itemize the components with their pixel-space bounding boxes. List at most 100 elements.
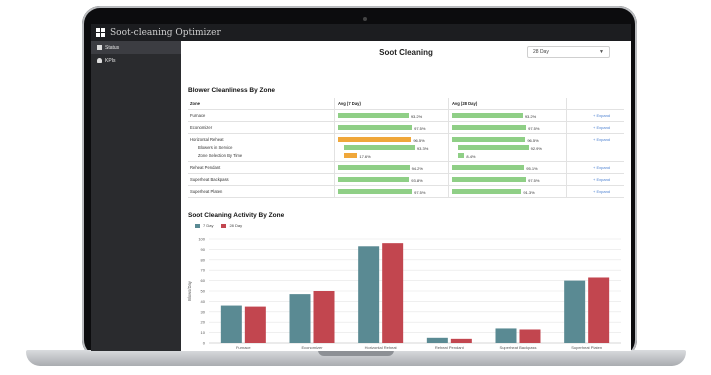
avg28-bar-value: 93.2% [524, 113, 537, 119]
avg7-bar-value: 96.5% [413, 137, 425, 143]
sub-row-label: Blowers in Service [198, 145, 233, 150]
x-tick-label: Furnace [236, 345, 251, 350]
range-select[interactable]: 28 Day ▼ [527, 46, 610, 58]
sidebar-item-label: KPIs [105, 57, 116, 64]
y-axis-label: Blows/Day [187, 280, 192, 301]
column-divider [334, 98, 335, 198]
avg28-bar-value: 95.1% [526, 165, 538, 171]
y-tick-label: 80 [201, 257, 206, 262]
avg28-bar-value: 91.3% [523, 189, 535, 195]
expand-link[interactable]: + Expand [593, 113, 610, 118]
column-divider [448, 98, 449, 198]
sub-avg7-bar [344, 153, 358, 158]
y-tick-label: 70 [201, 268, 206, 273]
zone-name: Horizontal Reheat [190, 137, 224, 142]
bar-28day [313, 291, 335, 343]
bar-28day [450, 338, 472, 343]
sub-avg28-bar-value: 8.4% [466, 153, 476, 159]
table-header: Zone Avg (7 Day) Avg (28 Day) [188, 98, 624, 110]
screen: Soot-cleaning Optimizer Status KPIs Soot… [91, 24, 631, 351]
sidebar-item-status[interactable]: Status [91, 41, 181, 54]
avg7-bar-value: 93.2% [410, 113, 423, 119]
cleanliness-title: Blower Cleanliness By Zone [188, 87, 276, 94]
x-tick-label: Horizontal Reheat [365, 345, 398, 350]
sub-avg7-bar-value: 17.6% [359, 153, 371, 159]
avg28-bar [452, 113, 523, 118]
avg28-bar-value: 97.5% [528, 125, 540, 131]
bar-28day [244, 306, 266, 343]
avg7-bar [338, 189, 413, 194]
range-select-value: 28 Day [533, 49, 549, 55]
bar-28day [519, 329, 541, 343]
zone-name: Reheat Pendant [190, 165, 221, 170]
avg28-bar [452, 189, 522, 194]
zone-name: Furnace [190, 113, 206, 118]
avg28-bar-value: 96.5% [527, 137, 539, 143]
chevron-down-icon: ▼ [599, 49, 604, 55]
y-tick-label: 50 [201, 289, 206, 294]
app-header: Soot-cleaning Optimizer [91, 24, 631, 41]
legend-swatch-7day [195, 223, 200, 228]
x-tick-label: Superheat Platen [571, 345, 602, 350]
sidebar-item-kpis[interactable]: KPIs [91, 54, 181, 67]
bar-7day [426, 337, 448, 343]
legend-label: 28 Day [229, 223, 243, 228]
expand-link[interactable]: + Expand [593, 165, 610, 170]
y-tick-label: 40 [201, 299, 206, 304]
gauge-icon [97, 58, 102, 63]
expand-link[interactable]: + Expand [593, 137, 610, 142]
avg7-bar-value: 93.8% [411, 177, 423, 183]
table-row: Horizontal Reheat 96.5% 96.5% + Expand Blowe… [188, 134, 624, 162]
table-row: Economizer 97.5% 97.5% + Expand [188, 122, 624, 134]
avg7-bar [338, 137, 412, 142]
activity-chart: 0 10 20 30 40 50 60 70 80 90 100 Blows/Day Furnace Ec… [187, 237, 621, 350]
app-grid-icon[interactable] [96, 28, 105, 37]
sub-avg28-bar [458, 153, 465, 158]
avg28-bar [452, 137, 526, 142]
y-tick-label: 30 [201, 309, 206, 314]
bar-7day [289, 294, 311, 343]
avg7-bar-value: 97.5% [414, 189, 426, 195]
avg28-bar-value: 97.5% [528, 177, 540, 183]
legend-item-28day: 28 Day [221, 223, 242, 228]
expand-link[interactable]: + Expand [593, 177, 610, 182]
expand-link[interactable]: + Expand [593, 189, 610, 194]
x-tick-label: Superheat Backpass [500, 345, 537, 350]
y-tick-label: 100 [198, 237, 205, 242]
chart-legend: 7 Day 28 Day [195, 223, 242, 228]
avg7-bar-value: 94.2% [411, 165, 423, 171]
column-header-avg28: Avg (28 Day) [452, 101, 478, 106]
app-title: Soot-cleaning Optimizer [110, 27, 221, 38]
avg7-bar [338, 177, 410, 182]
bar-7day [495, 328, 517, 343]
column-divider [566, 98, 567, 198]
column-header-avg7: Avg (7 Day) [338, 101, 361, 106]
avg7-bar-value: 97.5% [414, 125, 426, 131]
table-row: Superheat Backpass 93.8% 97.5% + Expand [188, 174, 624, 186]
y-tick-label: 90 [201, 247, 206, 252]
avg28-bar [452, 125, 527, 130]
y-tick-label: 20 [201, 320, 206, 325]
bar-7day [358, 246, 380, 343]
bar-28day [588, 277, 610, 343]
bar-28day [382, 243, 404, 343]
y-tick-label: 10 [201, 330, 206, 335]
legend-swatch-28day [221, 223, 227, 228]
table-row: Reheat Pendant 94.2% 95.1% + Expand [188, 162, 624, 174]
bar-7day [220, 305, 242, 343]
expand-link[interactable]: + Expand [593, 125, 610, 130]
x-tick-label: Economizer [301, 345, 323, 350]
y-tick-label: 0 [203, 341, 206, 346]
sub-avg28-bar [458, 145, 529, 150]
avg7-bar [338, 125, 413, 130]
sidebar: Status KPIs [91, 41, 181, 351]
legend-label: 7 Day [203, 223, 214, 228]
main-content: Soot Cleaning 28 Day ▼ Blower Cleanlines… [181, 41, 631, 351]
zone-name: Superheat Platen [190, 189, 223, 194]
zone-name: Economizer [190, 125, 213, 130]
camera-icon [363, 17, 367, 21]
activity-title: Soot Cleaning Activity By Zone [188, 212, 285, 219]
x-tick-label: Reheat Pendant [435, 345, 465, 350]
sidebar-item-label: Status [105, 44, 120, 51]
avg28-bar [452, 165, 525, 170]
